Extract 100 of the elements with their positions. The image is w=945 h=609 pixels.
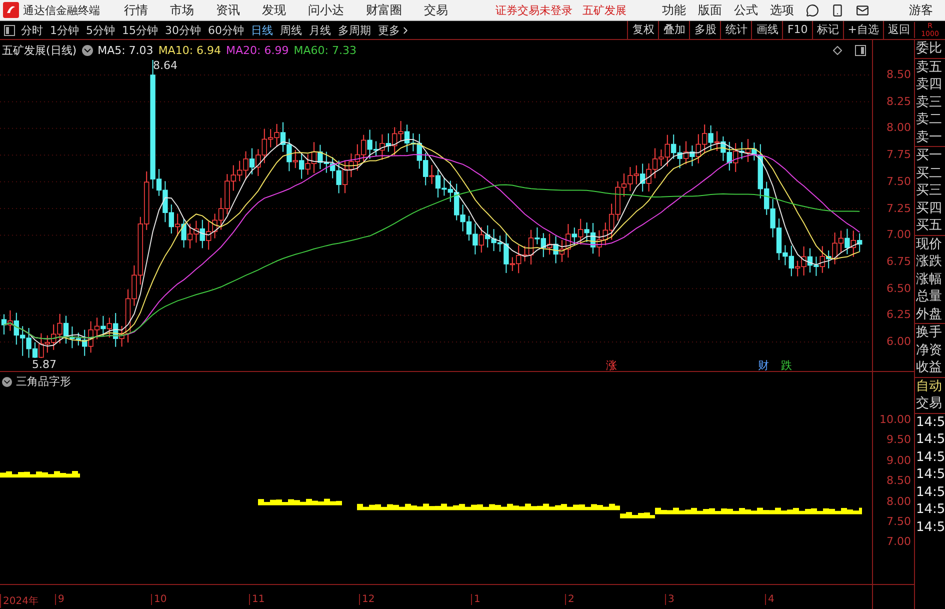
period-tab[interactable]: 分时	[21, 22, 43, 38]
high-price-label: 8.64	[153, 59, 178, 72]
time-axis-label: 4	[765, 594, 774, 605]
axis-tick-label: 6.50	[886, 282, 911, 295]
period-tab[interactable]: 日线	[251, 22, 273, 38]
menu-item[interactable]: 问小达	[308, 2, 344, 18]
dropdown-icon[interactable]	[2, 376, 12, 386]
period-tab[interactable]: 60分钟	[208, 22, 244, 38]
moving-average-label: MA20: 6.99	[226, 44, 289, 57]
period-tab[interactable]: 5分钟	[86, 22, 115, 38]
axis-tick-label: 6.00	[886, 335, 911, 348]
quote-field-label: 收益	[915, 359, 943, 376]
quote-field-label: 买五	[915, 217, 943, 234]
quote-field-label: 涨跌	[915, 253, 943, 270]
time-axis-label: 2024年	[0, 594, 38, 608]
menu-item[interactable]: 交易	[424, 2, 448, 18]
time-axis-label: 1	[471, 594, 480, 605]
axis-tick-label: 8.50	[886, 68, 911, 81]
axis-tick-label: 7.50	[886, 174, 911, 188]
quote-field-label: 卖五	[915, 58, 943, 76]
quote-field-label: 卖一	[915, 128, 943, 146]
trade-time: 14:5	[915, 484, 945, 501]
axis-tick-label: 10.00	[880, 413, 911, 426]
toolbar-button[interactable]: 多股	[689, 21, 720, 39]
axis-tick-label: 8.00	[886, 121, 911, 134]
quote-field-label: 买一	[915, 147, 943, 164]
trade-time: 14:5	[915, 414, 945, 431]
time-axis-label: 10	[151, 594, 167, 605]
time-axis-label: 12	[359, 594, 375, 605]
quote-field-label: 总量	[915, 288, 943, 306]
menu-item[interactable]: 公式	[734, 2, 758, 18]
menu-item[interactable]: 财富圈	[366, 2, 402, 18]
period-tab[interactable]: 周线	[280, 22, 302, 38]
indicator-title: 三角品字形	[16, 374, 71, 389]
trade-time: 14:5	[915, 448, 945, 466]
user-name[interactable]: 游客	[909, 2, 933, 18]
trade-time: 14:5	[915, 501, 945, 518]
quote-field-label: 买四	[915, 200, 943, 217]
moving-average-label: MA5: 7.03	[98, 44, 154, 57]
axis-tick-label: 8.50	[886, 474, 911, 488]
toolbar-button[interactable]: F10	[782, 21, 812, 39]
period-tab[interactable]: 月线	[309, 22, 331, 38]
period-tab[interactable]: 30分钟	[165, 22, 201, 38]
menu-item[interactable]: 市场	[170, 2, 194, 18]
trade-label: 交易	[915, 395, 943, 412]
more-button[interactable]: 更多	[378, 22, 411, 38]
event-marker[interactable]: 跌	[781, 358, 792, 371]
status-notice: 证券交易未登录	[496, 2, 572, 18]
axis-tick-label: 7.00	[886, 535, 911, 548]
dropdown-icon[interactable]	[82, 45, 93, 56]
phone-icon[interactable]	[831, 4, 844, 16]
toolbar-button[interactable]: 返回	[883, 21, 914, 39]
diamond-icon[interactable]	[833, 46, 842, 55]
toolbar-button[interactable]: 统计	[720, 21, 752, 39]
moving-average-label: MA10: 6.94	[158, 44, 222, 57]
quote-field-label: 外盘	[915, 306, 943, 323]
toolbar-button[interactable]: 复权	[627, 21, 658, 39]
period-tab[interactable]: 15分钟	[122, 22, 158, 38]
axis-tick-label: 7.50	[886, 515, 911, 528]
toolbar-button[interactable]: 叠加	[658, 21, 690, 39]
axis-tick-label: 7.25	[886, 202, 911, 214]
chat-icon[interactable]	[806, 4, 819, 16]
axis-tick-label: 6.75	[886, 254, 911, 268]
menu-item[interactable]: 行情	[124, 2, 148, 18]
low-price-label: 5.87	[32, 358, 56, 371]
axis-tick-label: 6.25	[886, 308, 911, 322]
toolbar-button[interactable]: 标记	[812, 21, 843, 39]
time-axis-label: 2	[565, 594, 574, 605]
toolbar-button[interactable]: +自选	[842, 21, 883, 39]
menu-item[interactable]: 功能	[662, 2, 686, 18]
menu-item[interactable]: 发现	[262, 2, 286, 18]
axis-tick-label: 8.00	[886, 494, 911, 508]
quote-field-label: 卖三	[915, 94, 943, 111]
period-tab[interactable]: 1分钟	[50, 22, 79, 38]
time-axis-label: 3	[665, 594, 674, 605]
quote-field-label: 卖四	[915, 76, 943, 94]
axis-tick-label: 9.00	[886, 454, 911, 467]
chart-title: 五矿发展(日线)	[2, 43, 77, 58]
menu-item[interactable]: 资讯	[216, 2, 240, 18]
menu-item[interactable]: 版面	[698, 2, 722, 18]
app-title: 通达信金融终端	[23, 2, 100, 18]
quote-field-label: 换手	[915, 324, 943, 342]
quote-field-label: 卖二	[915, 111, 943, 128]
menu-item[interactable]: 选项	[770, 2, 794, 18]
mail-icon[interactable]	[856, 4, 869, 16]
moving-average-label: MA60: 7.33	[294, 44, 356, 57]
auto-trade-label: 自动	[915, 378, 943, 395]
quote-field-label: 现价	[915, 236, 943, 253]
event-marker[interactable]: 财	[758, 358, 769, 371]
axis-tick-label: 9.50	[886, 433, 911, 446]
event-marker[interactable]: 涨	[606, 358, 617, 371]
axis-tick-label: 7.00	[886, 228, 911, 242]
axis-tick-label: 7.75	[886, 148, 911, 162]
panel-toggle-icon[interactable]	[855, 45, 866, 56]
trade-time: 14:5	[915, 431, 945, 448]
quote-field-label: 涨幅	[915, 270, 943, 288]
panel-toggle-icon[interactable]	[4, 24, 15, 36]
quote-field-label: 买三	[915, 182, 943, 200]
period-tab[interactable]: 多周期	[338, 22, 371, 38]
toolbar-button[interactable]: 画线	[751, 21, 782, 39]
